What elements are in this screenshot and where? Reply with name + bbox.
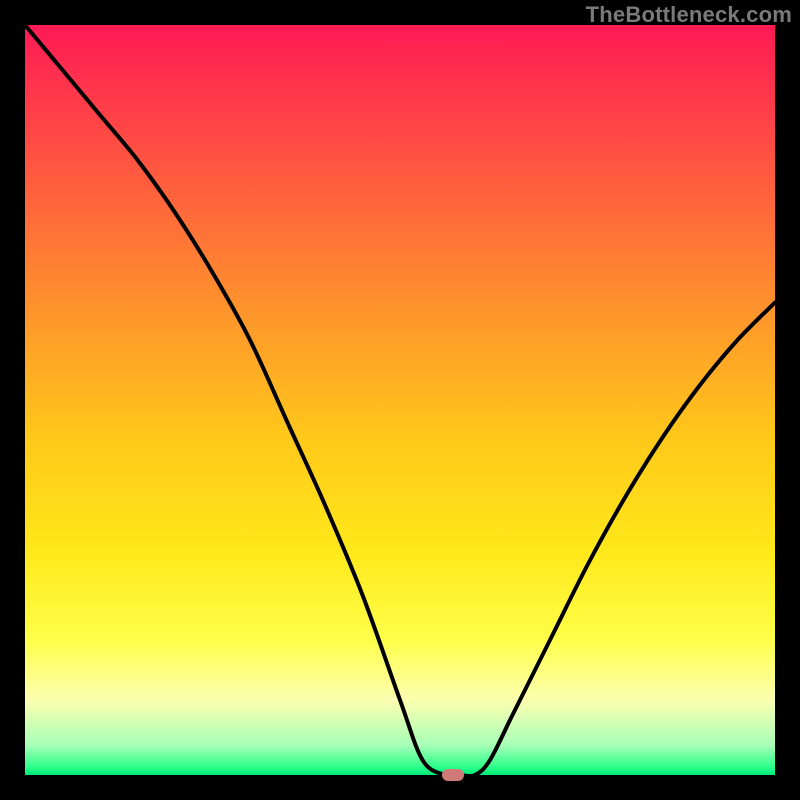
bottleneck-chart: TheBottleneck.com — [0, 0, 800, 800]
curve-svg — [25, 25, 775, 775]
plot-area — [25, 25, 775, 775]
optimum-marker — [442, 769, 464, 781]
bottleneck-curve-path — [25, 25, 775, 776]
